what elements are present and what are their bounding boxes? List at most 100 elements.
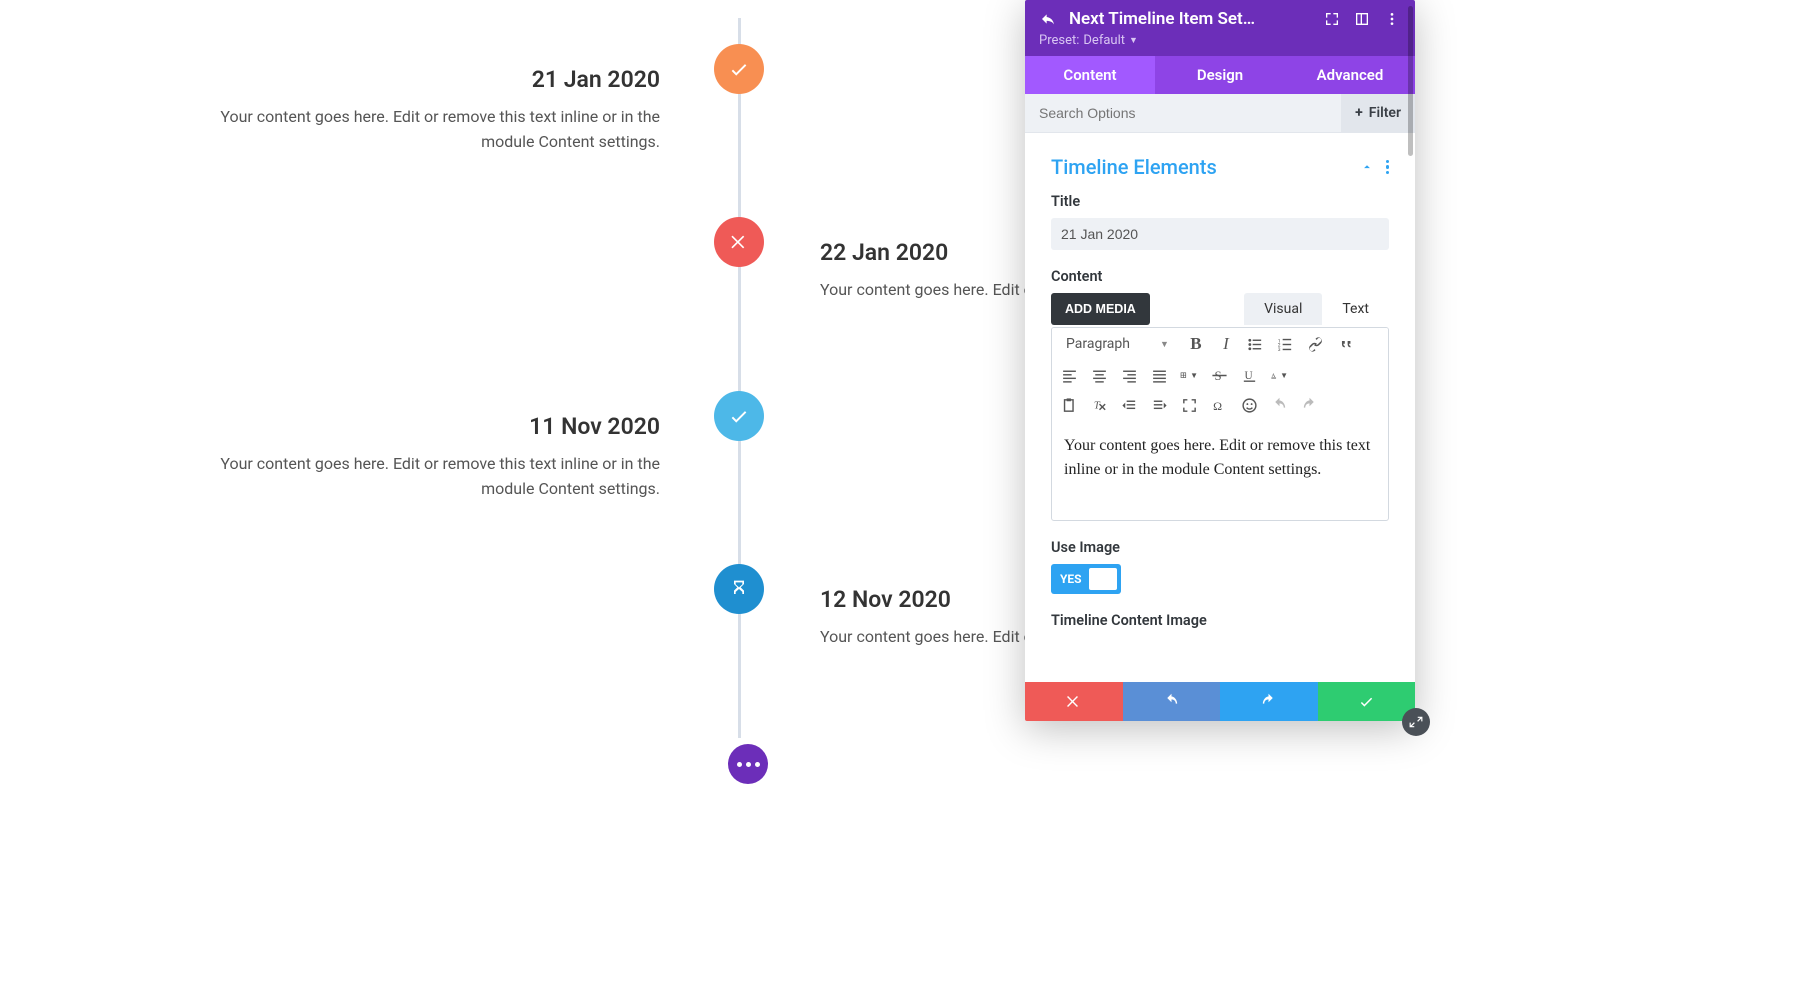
responsive-toggle-button[interactable] — [1353, 10, 1371, 28]
align-left-button[interactable] — [1060, 366, 1078, 384]
caret-down-icon: ▼ — [1280, 371, 1288, 380]
timeline-item-title[interactable]: 21 Jan 2020 — [200, 66, 660, 93]
numbered-list-button[interactable]: 123 — [1277, 335, 1295, 353]
table-icon — [1180, 367, 1188, 384]
clear-format-icon: T — [1091, 397, 1108, 414]
title-input[interactable] — [1051, 218, 1389, 250]
check-icon — [1358, 693, 1375, 710]
align-center-button[interactable] — [1090, 366, 1108, 384]
caret-down-icon: ▼ — [1190, 371, 1198, 380]
panel-menu-button[interactable] — [1383, 10, 1401, 28]
check-icon — [728, 58, 750, 80]
tab-design[interactable]: Design — [1155, 56, 1285, 94]
table-button[interactable]: ▼ — [1180, 366, 1198, 384]
redo-icon — [1301, 397, 1318, 414]
use-image-label: Use Image — [1051, 539, 1389, 556]
reply-icon — [1040, 11, 1056, 27]
fullscreen-icon — [1181, 397, 1198, 414]
align-justify-button[interactable] — [1150, 366, 1168, 384]
timeline-badge-hourglass[interactable] — [714, 564, 764, 614]
title-field-label: Title — [1051, 193, 1389, 210]
back-button[interactable] — [1039, 10, 1057, 28]
undo-editor-button[interactable] — [1270, 396, 1288, 414]
fullscreen-button[interactable] — [1180, 396, 1198, 414]
align-left-icon — [1061, 367, 1078, 384]
editor-toolbar-row2: ▼ S U A▼ — [1052, 360, 1388, 390]
tab-content[interactable]: Content — [1025, 56, 1155, 94]
field-title: Title — [1051, 193, 1389, 250]
list-ul-icon — [1247, 336, 1264, 353]
panel-footer — [1025, 682, 1415, 721]
italic-button[interactable]: I — [1217, 335, 1235, 353]
expand-icon — [1324, 11, 1340, 27]
undo-button[interactable] — [1123, 682, 1221, 721]
paragraph-format-dropdown[interactable]: Paragraph ▼ — [1060, 334, 1175, 354]
panel-title: Next Timeline Item Set… — [1069, 9, 1311, 29]
save-button[interactable] — [1318, 682, 1416, 721]
emoji-button[interactable] — [1240, 396, 1258, 414]
expand-settings-button[interactable] — [1323, 10, 1341, 28]
bulleted-list-button[interactable] — [1247, 335, 1265, 353]
use-image-toggle[interactable]: YES — [1051, 564, 1121, 594]
editor-mode-text[interactable]: Text — [1322, 293, 1389, 325]
timeline-line — [738, 18, 741, 738]
paragraph-label: Paragraph — [1066, 336, 1130, 352]
vdots-icon — [1384, 11, 1400, 27]
tab-advanced[interactable]: Advanced — [1285, 56, 1415, 94]
more-badge[interactable] — [728, 744, 768, 784]
section-header[interactable]: Timeline Elements — [1051, 145, 1389, 193]
paste-button[interactable] — [1060, 396, 1078, 414]
align-right-button[interactable] — [1120, 366, 1138, 384]
scrollbar[interactable] — [1408, 6, 1413, 156]
undo-icon — [1163, 693, 1180, 710]
align-justify-icon — [1151, 367, 1168, 384]
search-input[interactable] — [1025, 94, 1341, 132]
expand-fab-button[interactable] — [1402, 708, 1430, 736]
add-media-button[interactable]: ADD MEDIA — [1051, 293, 1150, 325]
panel-body: Timeline Elements Title Content ADD MEDI… — [1025, 133, 1415, 682]
svg-text:Ω: Ω — [1213, 398, 1222, 412]
filter-label: Filter — [1369, 105, 1401, 121]
field-use-image: Use Image YES — [1051, 539, 1389, 594]
timeline-item-title[interactable]: 11 Nov 2020 — [200, 413, 660, 440]
underline-icon: U — [1241, 367, 1258, 384]
settings-panel: Next Timeline Item Set… Preset: Default … — [1025, 0, 1415, 721]
textcolor-icon: A — [1270, 367, 1278, 384]
panel-header: Next Timeline Item Set… Preset: Default … — [1025, 0, 1415, 56]
strikethrough-button[interactable]: S — [1210, 366, 1228, 384]
preset-selector[interactable]: Preset: Default ▼ — [1039, 33, 1401, 48]
redo-button[interactable] — [1220, 682, 1318, 721]
cancel-button[interactable] — [1025, 682, 1123, 721]
filter-button[interactable]: + Filter — [1341, 94, 1415, 132]
chevron-up-icon[interactable] — [1360, 160, 1374, 174]
section-menu-button[interactable] — [1386, 160, 1390, 175]
close-icon — [729, 232, 749, 252]
list-ol-icon: 123 — [1277, 336, 1294, 353]
timeline-item-text[interactable]: Your content goes here. Edit or remove t… — [200, 105, 660, 155]
timeline-badge-check[interactable] — [714, 391, 764, 441]
bold-button[interactable]: B — [1187, 335, 1205, 353]
content-field-label: Content — [1051, 268, 1389, 285]
outdent-button[interactable] — [1120, 396, 1138, 414]
editor-mode-visual[interactable]: Visual — [1244, 293, 1322, 325]
svg-text:U: U — [1244, 370, 1252, 382]
timeline-badge-close[interactable] — [714, 217, 764, 267]
editor-content-area[interactable]: Your content goes here. Edit or remove t… — [1052, 420, 1388, 520]
indent-button[interactable] — [1150, 396, 1168, 414]
redo-editor-button[interactable] — [1300, 396, 1318, 414]
timeline-content-left: 11 Nov 2020 Your content goes here. Edit… — [200, 413, 660, 502]
clear-format-button[interactable]: T — [1090, 396, 1108, 414]
blockquote-button[interactable] — [1337, 335, 1355, 353]
special-char-button[interactable]: Ω — [1210, 396, 1228, 414]
link-button[interactable] — [1307, 335, 1325, 353]
text-color-button[interactable]: A▼ — [1270, 366, 1288, 384]
caret-down-icon: ▼ — [1129, 35, 1138, 46]
field-timeline-content-image: Timeline Content Image — [1051, 612, 1389, 629]
svg-text:3: 3 — [1278, 346, 1281, 352]
timeline-badge-check[interactable] — [714, 44, 764, 94]
underline-button[interactable]: U — [1240, 366, 1258, 384]
link-icon — [1307, 336, 1324, 353]
dots-icon — [737, 762, 760, 767]
resize-icon — [1409, 715, 1423, 729]
timeline-item-text[interactable]: Your content goes here. Edit or remove t… — [200, 452, 660, 502]
